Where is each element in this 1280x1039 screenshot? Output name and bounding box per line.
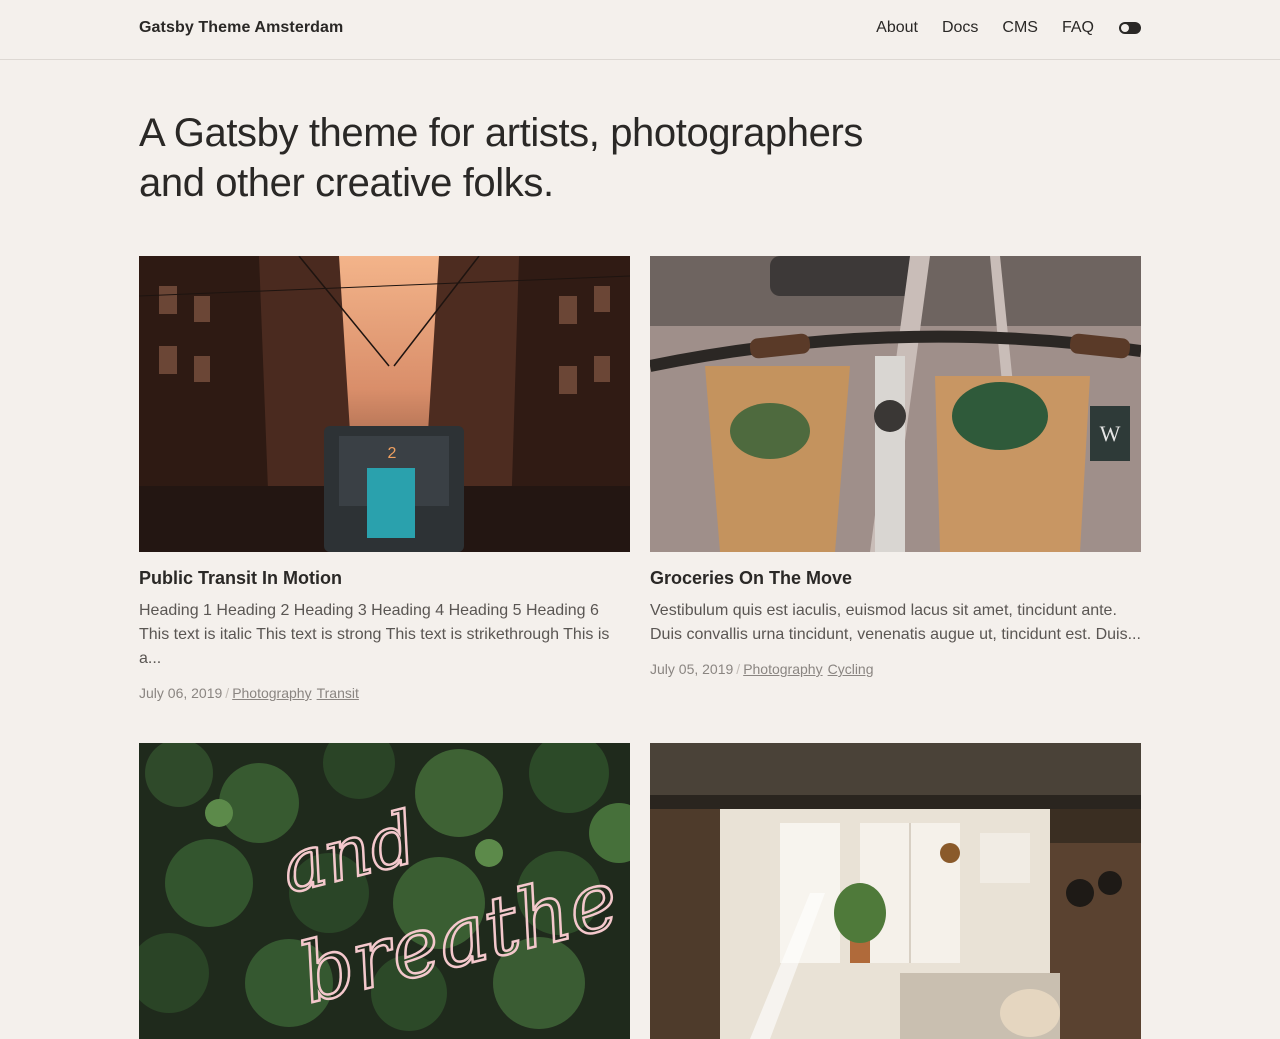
post-thumbnail-link[interactable]: W	[650, 256, 1141, 552]
tram-street-photo: 2	[139, 256, 630, 552]
post-card	[650, 743, 1141, 1039]
meta-separator: /	[736, 661, 741, 677]
nav-link-docs[interactable]: Docs	[942, 19, 978, 37]
post-title-link[interactable]: Public Transit In Motion	[139, 568, 630, 589]
meta-separator: /	[225, 685, 230, 701]
post-date: July 05, 2019	[650, 661, 734, 677]
post-title-link[interactable]: Groceries On The Move	[650, 568, 1141, 589]
post-excerpt: Heading 1 Heading 2 Heading 3 Heading 4 …	[139, 602, 610, 667]
post-date: July 06, 2019	[139, 685, 223, 701]
site-header: Gatsby Theme Amsterdam About Docs CMS FA…	[0, 0, 1280, 60]
post-card: W Groceries On The Move Vestibulum quis …	[650, 256, 1141, 701]
nav-link-cms[interactable]: CMS	[1002, 19, 1038, 37]
dark-mode-toggle[interactable]	[1119, 22, 1141, 34]
tag-link[interactable]: Photography	[743, 661, 822, 677]
post-thumbnail-link[interactable]	[650, 743, 1141, 1039]
nav-link-faq[interactable]: FAQ	[1062, 19, 1094, 37]
post-card: 2 Public Transit In Motion Heading 1 Hea…	[139, 256, 630, 701]
tag-link[interactable]: Transit	[317, 685, 359, 701]
post-thumbnail-link[interactable]: 2	[139, 256, 630, 552]
svg-text:2: 2	[388, 445, 397, 462]
tag-link[interactable]: Photography	[232, 685, 311, 701]
page-hero-title: A Gatsby theme for artists, photographer…	[139, 111, 863, 205]
tag-link[interactable]: Cycling	[828, 661, 874, 677]
post-meta: July 06, 2019/Photography Transit	[139, 685, 630, 701]
nav-link-about[interactable]: About	[876, 19, 918, 37]
posts-grid: 2 Public Transit In Motion Heading 1 Hea…	[139, 256, 1141, 1039]
main-nav: About Docs CMS FAQ	[876, 19, 1141, 37]
post-meta: July 05, 2019/Photography Cycling	[650, 661, 1141, 677]
toggle-knob-icon	[1121, 24, 1129, 32]
post-excerpt: Vestibulum quis est iaculis, euismod lac…	[650, 602, 1141, 643]
neon-plants-photo: and breathe	[139, 743, 630, 1039]
interior-room-photo	[650, 743, 1141, 1039]
site-brand-link[interactable]: Gatsby Theme Amsterdam	[139, 19, 343, 37]
svg-text:W: W	[1100, 421, 1121, 446]
post-thumbnail-link[interactable]: and breathe	[139, 743, 630, 1039]
bicycle-groceries-photo: W	[650, 256, 1141, 552]
post-card: and breathe	[139, 743, 630, 1039]
